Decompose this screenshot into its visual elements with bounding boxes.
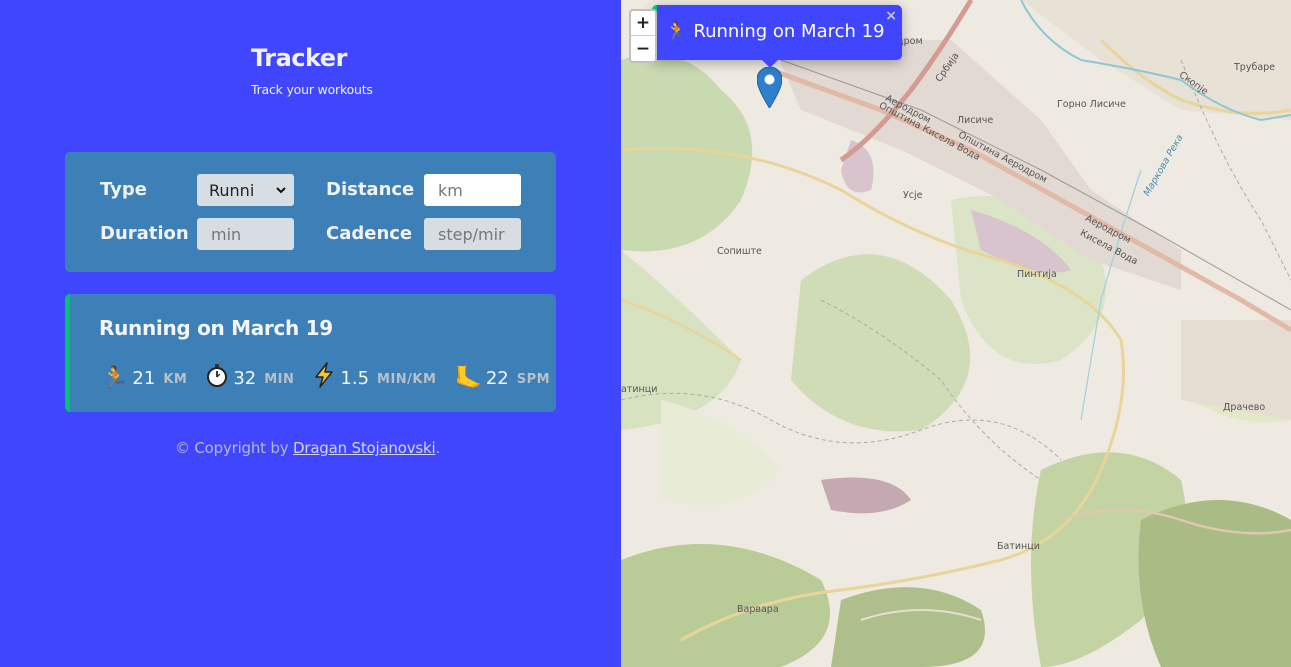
zoom-control: + −	[629, 9, 657, 63]
form-row-2: Duration min Cadence step/mir	[100, 218, 521, 252]
detail-duration: 32 MIN	[205, 363, 294, 393]
workout-details: 🏃 21 KM 32 MIN 1.5 MIN/KM 🦶 22 SPM	[101, 362, 568, 394]
copyright: © Copyright by Dragan Stojanovski.	[175, 439, 440, 457]
zoom-out-button[interactable]: −	[631, 36, 655, 61]
duration-label: Duration	[100, 223, 189, 244]
copyright-prefix: © Copyright by	[175, 439, 293, 457]
distance-value: 21	[132, 367, 156, 389]
map-label-lisice: Лисиче	[957, 115, 994, 126]
map-label-trubarevo: Трубаре	[1234, 62, 1276, 73]
foot-icon: 🦶	[454, 365, 482, 391]
pace-unit: MIN/KM	[377, 372, 437, 387]
map-label-usje: Усје	[903, 190, 923, 201]
duration-value: 32	[233, 367, 257, 389]
workout-form: Type Runni Distance km Duration min Cade…	[65, 152, 556, 272]
map-label-gorno-lisice: Горно Лисиче	[1057, 99, 1126, 110]
map[interactable]: Србија Аеродром Општина Кисела Вода Лиси…	[621, 0, 1291, 667]
duration-unit: MIN	[264, 372, 295, 387]
type-label: Type	[100, 179, 147, 200]
lightning-icon	[312, 362, 336, 394]
close-icon[interactable]: ×	[885, 8, 897, 24]
stopwatch-icon	[205, 363, 229, 393]
chevron-down-icon	[276, 184, 286, 197]
runner-icon: 🏃	[665, 21, 688, 42]
map-tiles	[621, 0, 1291, 667]
detail-pace: 1.5 MIN/KM	[312, 362, 436, 394]
sidebar: Tracker Track your workouts Type Runni D…	[0, 0, 621, 667]
popup-text: Running on March 19	[693, 21, 885, 42]
workout-popup[interactable]: 🏃 Running on March 19 ×	[652, 5, 902, 60]
app-subtitle: Track your workouts	[251, 82, 373, 97]
cadence-placeholder: step/mir	[438, 224, 505, 244]
map-label-dracevo: Драчево	[1223, 402, 1266, 413]
pace-value: 1.5	[340, 367, 370, 389]
popup-tip	[760, 58, 780, 68]
detail-distance: 🏃 21 KM	[101, 366, 187, 391]
distance-label: Distance	[326, 179, 415, 200]
zoom-in-button[interactable]: +	[631, 11, 655, 36]
map-label-batinci-left: атинци	[621, 384, 658, 395]
author-link[interactable]: Dragan Stojanovski	[293, 439, 436, 457]
map-label-batinci: Батинци	[997, 541, 1040, 552]
cadence-label: Cadence	[326, 223, 413, 244]
distance-unit: KM	[163, 372, 188, 387]
workout-title: Running on March 19	[99, 316, 333, 340]
form-row-1: Type Runni Distance km	[100, 174, 521, 208]
popup-content: 🏃 Running on March 19	[665, 21, 885, 42]
detail-cadence: 🦶 22 SPM	[454, 366, 550, 391]
type-select-value: Runni	[209, 180, 255, 200]
duration-input[interactable]: min	[197, 218, 294, 250]
type-select[interactable]: Runni	[197, 174, 294, 206]
copyright-suffix: .	[435, 439, 441, 457]
cadence-unit: SPM	[516, 372, 551, 387]
map-label-sopiste: Сопиште	[717, 246, 762, 257]
map-label-varvara: Варвара	[737, 604, 779, 615]
runner-icon: 🏃	[101, 365, 129, 391]
workout-card[interactable]: Running on March 19 🏃 21 KM 32 MIN 1.5 M…	[65, 294, 556, 412]
cadence-value: 22	[485, 367, 509, 389]
map-label-pintija: Пинтија	[1017, 269, 1057, 280]
brand: Tracker Track your workouts	[251, 44, 373, 97]
duration-placeholder: min	[211, 224, 242, 244]
app-title: Tracker	[251, 44, 347, 72]
distance-placeholder: km	[438, 180, 463, 200]
cadence-input[interactable]: step/mir	[424, 218, 521, 250]
distance-input[interactable]: km	[424, 174, 521, 206]
